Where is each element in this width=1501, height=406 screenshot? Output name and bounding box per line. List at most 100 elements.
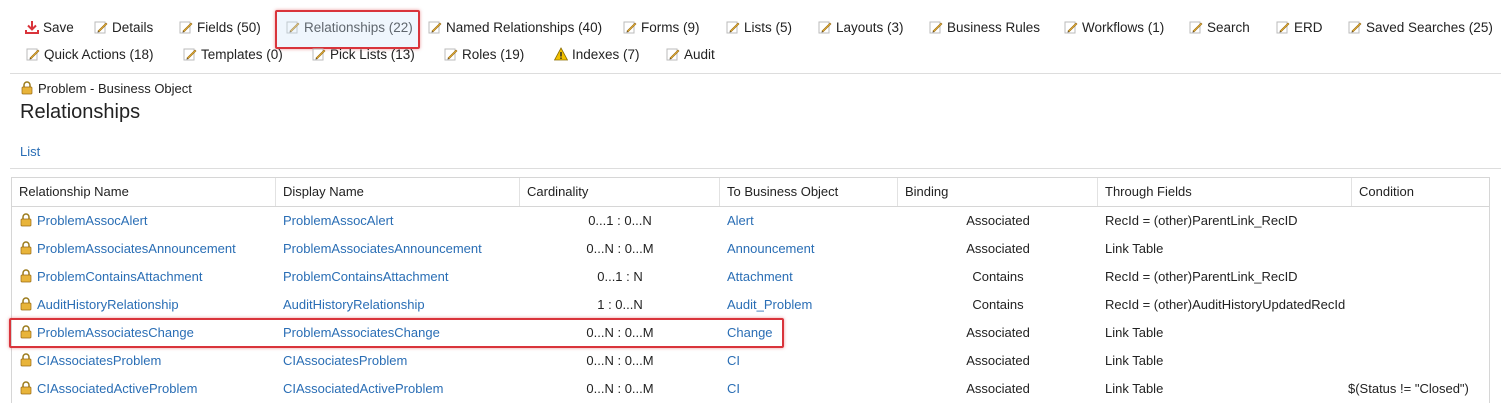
toolbar-divider xyxy=(10,73,1501,74)
lock-icon xyxy=(20,213,32,227)
tab-search[interactable]: Search xyxy=(1189,17,1250,39)
tab-indexes[interactable]: Indexes (7) xyxy=(554,44,640,66)
binding-cell: Associated xyxy=(966,241,1030,256)
column-header-display-name[interactable]: Display Name xyxy=(276,178,520,206)
tab-erd[interactable]: ERD xyxy=(1276,17,1323,39)
binding-cell: Contains xyxy=(972,269,1024,284)
column-header-binding[interactable]: Binding xyxy=(898,178,1098,206)
tab-lists[interactable]: Lists (5) xyxy=(726,17,792,39)
through-fields-cell: Link Table xyxy=(1105,381,1164,396)
pencil-icon xyxy=(726,21,740,34)
binding-cell: Associated xyxy=(966,213,1030,228)
tab-named-relationships[interactable]: Named Relationships (40) xyxy=(428,17,602,39)
relationship-name-cell[interactable]: CIAssociatesProblem xyxy=(19,347,161,375)
tab-layouts[interactable]: Layouts (3) xyxy=(818,17,904,39)
pencil-icon xyxy=(666,48,680,61)
lock-icon xyxy=(20,269,32,283)
tab-workflows[interactable]: Workflows (1) xyxy=(1064,17,1164,39)
to-business-object-cell[interactable]: Announcement xyxy=(727,235,814,263)
warning-icon xyxy=(554,47,568,61)
column-header-relationship-name[interactable]: Relationship Name xyxy=(12,178,276,206)
table-row[interactable]: ProblemAssociatesChange ProblemAssociate… xyxy=(9,318,1489,348)
display-name-cell[interactable]: ProblemAssociatesChange xyxy=(283,319,440,347)
table-row[interactable]: CIAssociatedActiveProblem CIAssociatedAc… xyxy=(12,375,1489,403)
cardinality-cell: 0...N : 0...M xyxy=(586,325,654,340)
binding-cell: Associated xyxy=(966,353,1030,368)
through-fields-cell: RecId = (other)ParentLink_RecID xyxy=(1105,269,1298,284)
tab-audit[interactable]: Audit xyxy=(666,44,715,66)
cardinality-cell: 0...1 : 0...N xyxy=(588,213,652,228)
column-header-cardinality[interactable]: Cardinality xyxy=(520,178,720,206)
to-business-object-cell[interactable]: Attachment xyxy=(727,263,793,291)
cardinality-cell: 0...N : 0...M xyxy=(586,241,654,256)
relationship-name-cell[interactable]: CIAssociatedActiveProblem xyxy=(19,375,197,403)
through-fields-cell: Link Table xyxy=(1105,353,1164,368)
pencil-icon xyxy=(183,48,197,61)
cardinality-cell: 0...N : 0...M xyxy=(586,381,654,396)
header-divider xyxy=(10,168,1501,169)
to-business-object-cell[interactable]: Change xyxy=(727,319,773,347)
lock-icon xyxy=(20,241,32,255)
column-header-through-fields[interactable]: Through Fields xyxy=(1098,178,1352,206)
table-row[interactable]: ProblemAssociatesAnnouncement ProblemAss… xyxy=(12,235,1489,263)
lock-icon xyxy=(20,325,32,339)
column-header-to-business-object[interactable]: To Business Object xyxy=(720,178,898,206)
through-fields-cell: Link Table xyxy=(1105,241,1164,256)
relationships-table: Relationship Name Display Name Cardinali… xyxy=(9,177,1490,403)
display-name-cell[interactable]: ProblemAssocAlert xyxy=(283,207,394,235)
through-fields-cell: RecId = (other)AuditHistoryUpdatedRecId xyxy=(1105,297,1346,312)
tab-details[interactable]: Details xyxy=(94,17,153,39)
to-business-object-cell[interactable]: CI xyxy=(727,375,740,403)
table-header: Relationship Name Display Name Cardinali… xyxy=(12,178,1489,207)
tab-saved-searches[interactable]: Saved Searches (25) xyxy=(1348,17,1493,39)
relationship-name-cell[interactable]: ProblemContainsAttachment xyxy=(19,263,202,291)
table-row[interactable]: AuditHistoryRelationship AuditHistoryRel… xyxy=(12,291,1489,319)
pencil-icon xyxy=(94,21,108,34)
pencil-icon xyxy=(444,48,458,61)
table-row[interactable]: CIAssociatesProblem CIAssociatesProblem … xyxy=(12,347,1489,375)
binding-cell: Contains xyxy=(972,297,1024,312)
lock-icon xyxy=(21,81,33,95)
cardinality-cell: 0...1 : N xyxy=(597,269,643,284)
tab-business-rules[interactable]: Business Rules xyxy=(929,17,1040,39)
pencil-icon xyxy=(26,48,40,61)
tab-forms[interactable]: Forms (9) xyxy=(623,17,700,39)
pencil-icon xyxy=(1276,21,1290,34)
relationship-name-cell[interactable]: ProblemAssociatesChange xyxy=(19,319,194,347)
pencil-icon xyxy=(428,21,442,34)
display-name-cell[interactable]: ProblemAssociatesAnnouncement xyxy=(283,235,482,263)
pencil-icon xyxy=(929,21,943,34)
through-fields-cell: RecId = (other)ParentLink_RecID xyxy=(1105,213,1298,228)
column-header-condition[interactable]: Condition xyxy=(1352,178,1489,206)
pencil-icon xyxy=(1064,21,1078,34)
display-name-cell[interactable]: ProblemContainsAttachment xyxy=(283,263,448,291)
lock-icon xyxy=(20,297,32,311)
pencil-icon xyxy=(1348,21,1362,34)
tab-quick-actions[interactable]: Quick Actions (18) xyxy=(26,44,154,66)
table-row[interactable]: ProblemAssocAlert ProblemAssocAlert 0...… xyxy=(12,207,1489,235)
table-row[interactable]: ProblemContainsAttachment ProblemContain… xyxy=(12,263,1489,291)
binding-cell: Associated xyxy=(966,381,1030,396)
save-button[interactable]: Save xyxy=(25,17,74,39)
tab-templates[interactable]: Templates (0) xyxy=(183,44,283,66)
condition-cell: $(Status != "Closed") xyxy=(1348,381,1469,396)
list-link[interactable]: List xyxy=(20,144,40,159)
tab-pick-lists[interactable]: Pick Lists (13) xyxy=(312,44,415,66)
relationship-name-cell[interactable]: ProblemAssociatesAnnouncement xyxy=(19,235,236,263)
page-title: Relationships xyxy=(20,101,141,123)
relationship-name-cell[interactable]: ProblemAssocAlert xyxy=(19,207,148,235)
pencil-icon xyxy=(1189,21,1203,34)
to-business-object-cell[interactable]: Audit_Problem xyxy=(727,291,812,319)
display-name-cell[interactable]: CIAssociatedActiveProblem xyxy=(283,375,443,403)
cardinality-cell: 1 : 0...N xyxy=(597,297,643,312)
to-business-object-cell[interactable]: CI xyxy=(727,347,740,375)
to-business-object-cell[interactable]: Alert xyxy=(727,207,754,235)
pencil-icon xyxy=(623,21,637,34)
relationship-name-cell[interactable]: AuditHistoryRelationship xyxy=(19,291,179,319)
display-name-cell[interactable]: AuditHistoryRelationship xyxy=(283,291,425,319)
lock-icon xyxy=(20,381,32,395)
tab-roles[interactable]: Roles (19) xyxy=(444,44,524,66)
breadcrumb: Problem - Business Object xyxy=(20,81,192,96)
display-name-cell[interactable]: CIAssociatesProblem xyxy=(283,347,407,375)
tab-fields[interactable]: Fields (50) xyxy=(179,17,261,39)
